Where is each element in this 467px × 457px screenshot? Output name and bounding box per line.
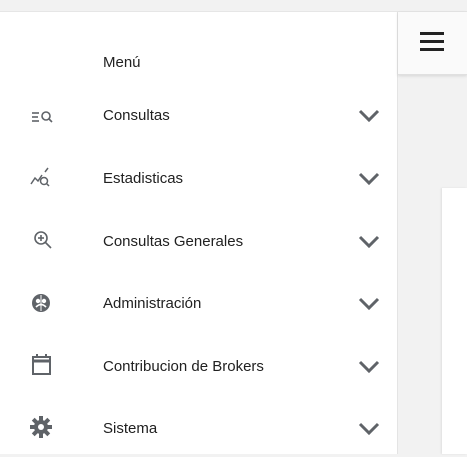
content-card xyxy=(442,188,467,454)
sidebar-item-contribucion-brokers[interactable]: Contribucion de Brokers xyxy=(0,339,398,395)
sidebar-item-label: Contribucion de Brokers xyxy=(103,358,264,375)
sidebar-item-estadisticas[interactable]: Estadisticas xyxy=(0,151,398,207)
gear-icon xyxy=(30,416,52,438)
sidebar-item-consultas-generales[interactable]: Consultas Generales xyxy=(0,214,398,270)
chevron-down-icon[interactable] xyxy=(355,228,383,256)
chevron-down-icon[interactable] xyxy=(355,165,383,193)
chevron-down-icon[interactable] xyxy=(355,415,383,443)
sidebar: Menú Consultas Estadisticas Consultas Ge… xyxy=(0,12,398,454)
zoom-in-icon xyxy=(34,231,52,249)
sidebar-item-consultas[interactable]: Consultas xyxy=(0,88,398,144)
admin-circle-icon xyxy=(32,294,50,312)
sidebar-item-label: Consultas xyxy=(103,107,170,124)
sidebar-item-label: Sistema xyxy=(103,420,158,437)
sidebar-title: Menú xyxy=(103,54,141,71)
sidebar-item-label: Consultas Generales xyxy=(103,233,244,250)
hamburger-menu-icon[interactable] xyxy=(420,32,444,52)
chevron-down-icon[interactable] xyxy=(355,290,383,318)
list-search-icon xyxy=(32,111,53,123)
chevron-down-icon[interactable] xyxy=(355,353,383,381)
chart-search-icon xyxy=(30,167,50,187)
sidebar-item-label: Estadisticas xyxy=(103,170,184,187)
sidebar-item-label: Administración xyxy=(103,295,202,312)
top-app-bar xyxy=(398,12,467,75)
sidebar-item-administracion[interactable]: Administración xyxy=(0,276,398,332)
calendar-icon xyxy=(32,354,51,375)
chevron-down-icon[interactable] xyxy=(355,102,383,130)
sidebar-item-sistema[interactable]: Sistema xyxy=(0,401,398,457)
